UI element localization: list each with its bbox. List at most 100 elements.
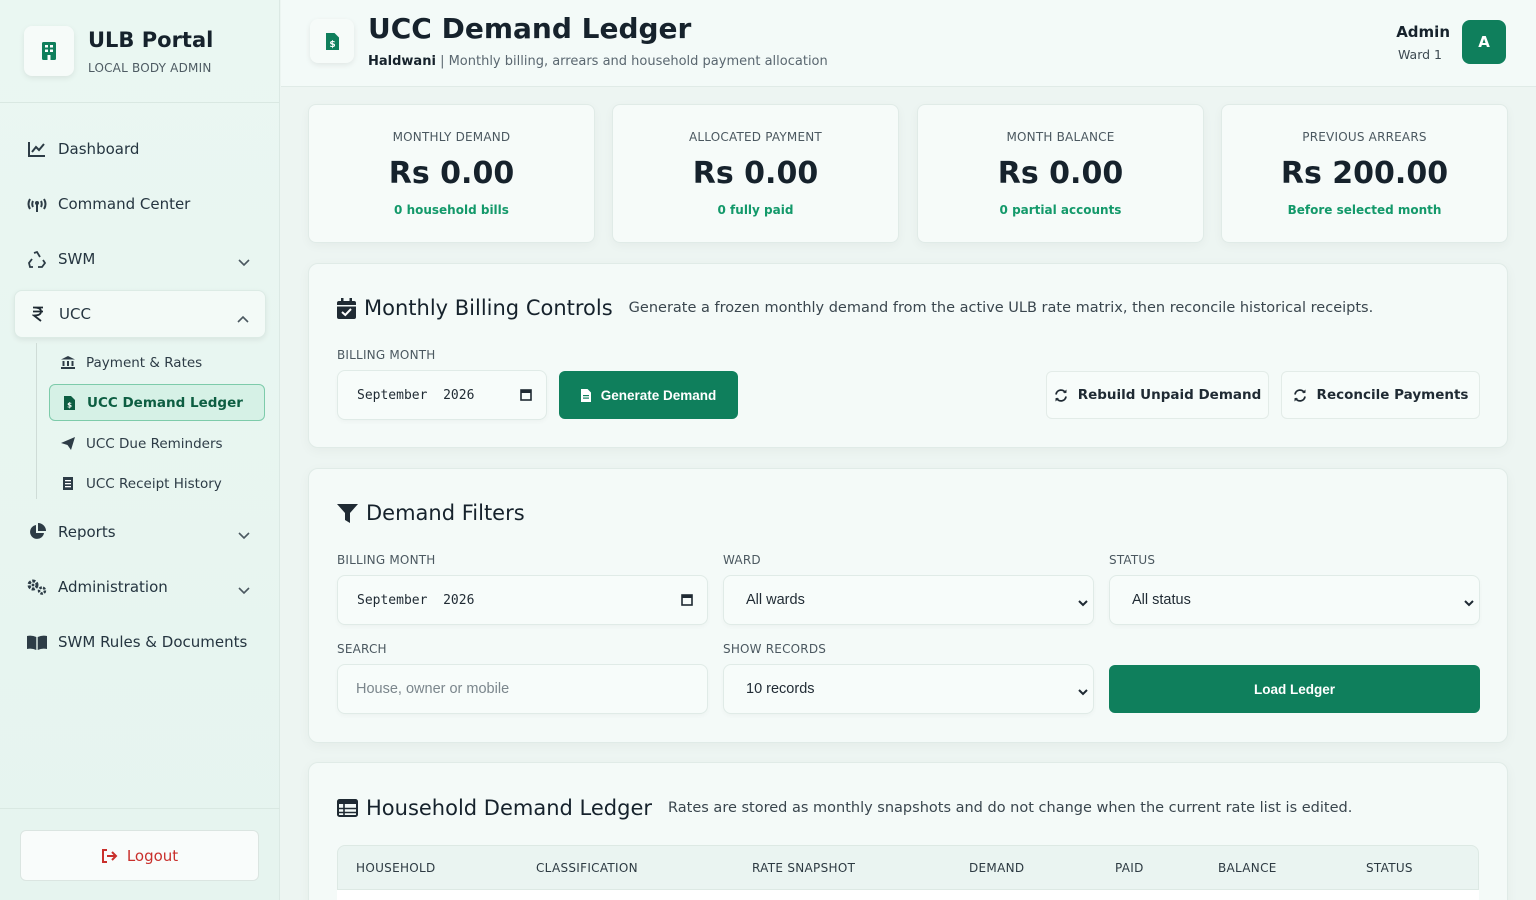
subtitle-text: | Monthly billing, arrears and household… — [440, 54, 828, 69]
user-role: Ward 1 — [1397, 47, 1442, 62]
calendar-check-icon — [337, 297, 356, 319]
nav-label: UCC — [59, 305, 91, 323]
column-rate-snapshot[interactable]: RATE SNAPSHOT — [752, 861, 855, 875]
subnav-due-reminders[interactable]: UCC Due Reminders — [49, 425, 265, 462]
stat-value: Rs 200.00 — [1280, 156, 1449, 191]
column-household[interactable]: HOUSEHOLD — [356, 861, 436, 875]
sidebar-footer: Logout — [0, 808, 280, 900]
status-label: STATUS — [1109, 553, 1156, 567]
file-invoice-icon — [580, 388, 591, 402]
billing-month-label: BILLING MONTH — [337, 348, 436, 362]
bank-icon — [61, 356, 75, 369]
subnav-guide — [36, 343, 37, 499]
calendar-icon[interactable] — [681, 593, 693, 610]
user-name: Admin — [1396, 23, 1450, 41]
svg-text:$: $ — [67, 401, 72, 409]
nav-administration[interactable]: Administration — [14, 563, 266, 611]
subnav-payment-rates[interactable]: Payment & Rates — [49, 344, 265, 381]
panel-title: Monthly Billing Controls — [364, 296, 613, 320]
sidebar: ULB Portal LOCAL BODY ADMIN Dashboard Co… — [0, 0, 280, 900]
nav-reports[interactable]: Reports — [14, 508, 266, 556]
filter-icon — [337, 503, 358, 523]
sync-icon — [1054, 388, 1067, 402]
book-open-icon — [26, 635, 48, 650]
search-label: SEARCH — [337, 642, 387, 656]
demand-filters-panel: Demand Filters BILLING MONTH September 2… — [308, 468, 1508, 743]
stat-card-monthly-demand: MONTHLY DEMAND Rs 0.00 0 household bills — [308, 104, 595, 243]
button-label: Load Ledger — [1253, 681, 1335, 697]
panel-description: Generate a frozen monthly demand from th… — [628, 300, 1374, 316]
ledger-header: Household Demand Ledger Rates are stored… — [337, 796, 1352, 820]
avatar[interactable]: A — [1462, 20, 1506, 64]
demand-filters-header: Demand Filters — [337, 501, 525, 525]
generate-demand-button[interactable]: Generate Demand — [559, 371, 738, 419]
table-icon — [337, 799, 358, 817]
recycle-icon — [26, 250, 48, 268]
stat-value: Rs 0.00 — [692, 156, 819, 191]
column-demand[interactable]: DEMAND — [969, 861, 1024, 875]
status-value: All status — [1132, 592, 1191, 608]
load-ledger-button[interactable]: Load Ledger — [1109, 665, 1480, 713]
subnav-label: Payment & Rates — [86, 354, 203, 371]
chevron-down-icon — [238, 581, 250, 599]
nav-label: SWM Rules & Documents — [58, 633, 248, 651]
ward-value: All wards — [746, 592, 805, 608]
chevron-up-icon — [237, 309, 249, 327]
nav-swm-rules[interactable]: SWM Rules & Documents — [14, 618, 266, 666]
billing-month-input[interactable]: September 2026 — [337, 370, 547, 420]
panel-title: Household Demand Ledger — [366, 796, 653, 820]
nav-swm[interactable]: SWM — [14, 235, 266, 283]
subnav-label: UCC Due Reminders — [86, 435, 223, 452]
logout-label: Logout — [126, 846, 179, 865]
building-icon — [24, 26, 74, 76]
stat-card-month-balance: MONTH BALANCE Rs 0.00 0 partial accounts — [917, 104, 1204, 243]
paper-plane-icon — [61, 437, 75, 450]
column-classification[interactable]: CLASSIFICATION — [536, 861, 638, 875]
column-balance[interactable]: BALANCE — [1218, 861, 1277, 875]
reconcile-payments-button[interactable]: Reconcile Payments — [1281, 371, 1480, 419]
stat-label: PREVIOUS ARREARS — [1302, 130, 1427, 144]
nav-label: Dashboard — [58, 140, 140, 158]
stat-label: ALLOCATED PAYMENT — [689, 130, 822, 144]
nav-command-center[interactable]: Command Center — [14, 180, 266, 228]
cogs-icon — [26, 579, 48, 595]
rebuild-unpaid-demand-button[interactable]: Rebuild Unpaid Demand — [1046, 371, 1269, 419]
stat-card-previous-arrears: PREVIOUS ARREARS Rs 200.00 Before select… — [1221, 104, 1508, 243]
nav-label: Command Center — [58, 195, 191, 213]
chevron-down-icon — [1078, 684, 1088, 700]
chevron-down-icon — [1464, 595, 1474, 611]
invoice-dollar-icon: $ — [310, 19, 354, 63]
stat-note: Before selected month — [1287, 203, 1442, 217]
records-select[interactable]: 10 records — [723, 664, 1094, 714]
brand: ULB Portal LOCAL BODY ADMIN — [0, 0, 279, 103]
broadcast-tower-icon — [26, 196, 48, 212]
panel-title: Demand Filters — [366, 501, 525, 525]
brand-title: ULB Portal — [88, 27, 214, 52]
ward-select[interactable]: All wards — [723, 575, 1094, 625]
filter-month-input[interactable]: September 2026 — [337, 575, 708, 625]
invoice-dollar-icon: $ — [62, 395, 76, 410]
page-subtitle: Haldwani | Monthly billing, arrears and … — [368, 54, 828, 69]
logout-button[interactable]: Logout — [20, 830, 259, 881]
nav-dashboard[interactable]: Dashboard — [14, 125, 266, 173]
subnav-receipt-history[interactable]: UCC Receipt History — [49, 465, 265, 502]
panel-description: Rates are stored as monthly snapshots an… — [668, 800, 1353, 816]
sync-icon — [1293, 388, 1306, 402]
ledger-table-header: HOUSEHOLD CLASSIFICATION RATE SNAPSHOT D… — [337, 845, 1479, 890]
subnav-demand-ledger[interactable]: $ UCC Demand Ledger — [49, 384, 265, 421]
search-input[interactable]: House, owner or mobile — [337, 664, 708, 714]
calendar-icon[interactable] — [520, 388, 532, 405]
stat-value: Rs 0.00 — [388, 156, 515, 191]
stat-note: 0 fully paid — [717, 203, 794, 217]
column-paid[interactable]: PAID — [1115, 861, 1144, 875]
stat-card-allocated-payment: ALLOCATED PAYMENT Rs 0.00 0 fully paid — [612, 104, 899, 243]
brand-subtitle: LOCAL BODY ADMIN — [88, 60, 212, 75]
button-label: Rebuild Unpaid Demand — [1077, 387, 1262, 403]
nav-ucc[interactable]: UCC — [14, 290, 266, 338]
filter-month-label: BILLING MONTH — [337, 553, 436, 567]
records-value: 10 records — [746, 681, 815, 697]
status-select[interactable]: All status — [1109, 575, 1480, 625]
subnav-label: UCC Demand Ledger — [87, 394, 243, 411]
button-label: Reconcile Payments — [1316, 387, 1469, 403]
column-status[interactable]: STATUS — [1366, 861, 1413, 875]
